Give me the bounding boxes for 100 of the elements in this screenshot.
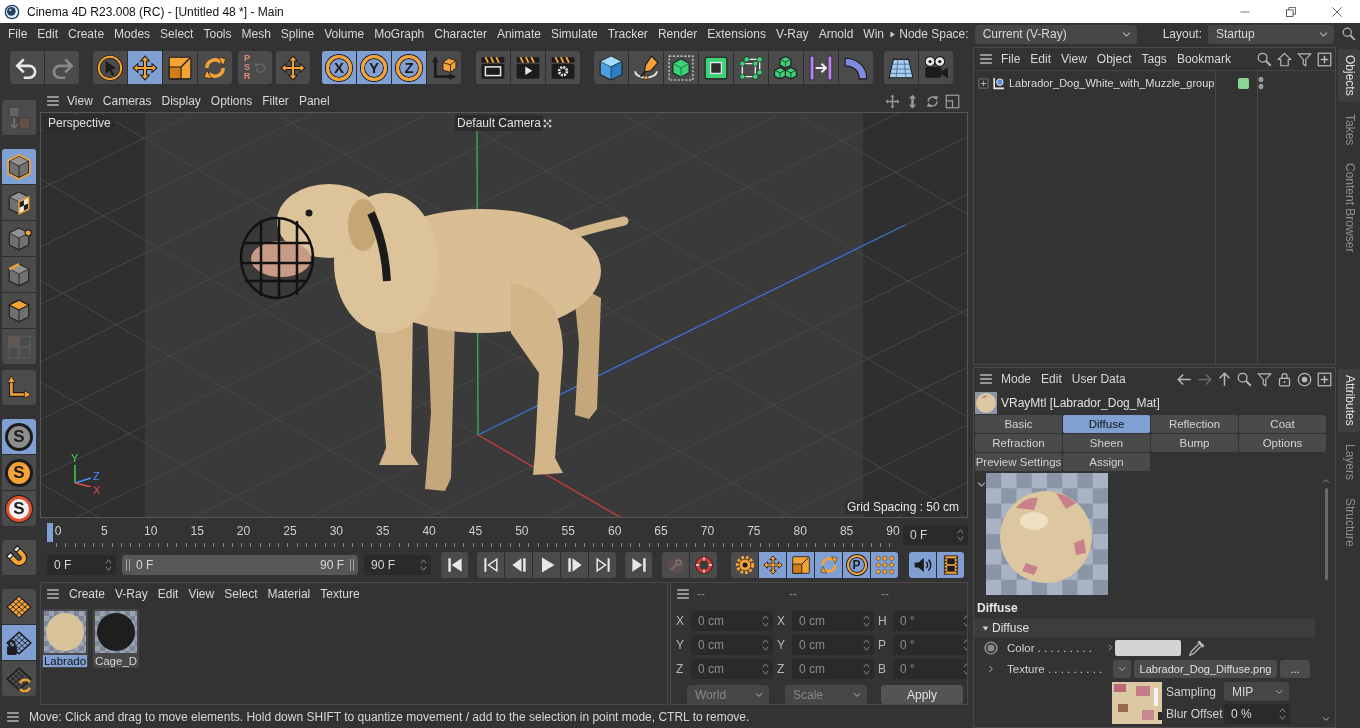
objects-menu-item[interactable]: Tags — [1136, 52, 1172, 66]
playback-button[interactable] — [625, 552, 652, 578]
toolbar-button[interactable] — [427, 51, 461, 84]
material-tile[interactable]: Cage_D — [93, 609, 139, 668]
browse-button[interactable]: ... — [1280, 659, 1310, 678]
attribute-tab[interactable]: Reflection — [1151, 415, 1238, 433]
attribute-tab[interactable]: Diffuse — [1063, 415, 1150, 433]
menu-item[interactable]: Select — [155, 27, 199, 41]
objects-menu-item[interactable]: View — [1056, 52, 1092, 66]
menu-item[interactable]: Character — [429, 27, 492, 41]
menu-item[interactable]: V-Ray — [770, 27, 814, 41]
toolbar-button[interactable] — [511, 51, 545, 84]
end-frame-field[interactable]: 90 F — [364, 555, 431, 575]
texture-menu-button[interactable] — [1113, 659, 1131, 678]
mode-button[interactable] — [2, 625, 36, 660]
toolbar-button[interactable] — [629, 51, 663, 84]
playback-button[interactable] — [909, 552, 936, 578]
toolbar-button[interactable] — [128, 51, 162, 84]
target-icon[interactable] — [1297, 371, 1312, 387]
menu-item[interactable]: Modes — [109, 27, 156, 41]
menu-item[interactable]: Tools — [198, 27, 237, 41]
playback-button[interactable] — [533, 552, 560, 578]
menu-item[interactable]: Tracker — [602, 27, 653, 41]
search-icon[interactable] — [1342, 27, 1356, 41]
playback-button[interactable] — [937, 552, 964, 578]
material-menu-item[interactable]: View — [183, 587, 220, 601]
objects-menu-item[interactable]: Edit — [1025, 52, 1057, 66]
color-swatch[interactable] — [1115, 639, 1181, 656]
toolbar-button[interactable] — [804, 51, 838, 84]
chevron-down-icon[interactable] — [1322, 715, 1330, 723]
menu-icon[interactable] — [6, 709, 20, 724]
toolbar-button[interactable]: Y — [357, 51, 391, 84]
material-menu-item[interactable]: Edit — [152, 587, 184, 601]
material-tile[interactable]: Labrado — [42, 609, 88, 668]
mode-button[interactable] — [2, 185, 36, 220]
material-menu-item[interactable]: Material — [262, 587, 316, 601]
toolbar-button[interactable] — [699, 51, 733, 84]
grip-icon[interactable] — [126, 559, 130, 571]
menu-icon[interactable] — [676, 587, 690, 601]
arrow-up-icon[interactable] — [1217, 371, 1232, 387]
side-tab[interactable]: Attributes — [1338, 369, 1360, 432]
viewport-menu-item[interactable]: Filter — [257, 94, 294, 108]
toolbar-button[interactable] — [664, 51, 698, 84]
objects-menu-item[interactable]: Bookmark — [1171, 52, 1236, 66]
material-menu-item[interactable]: Select — [219, 587, 263, 601]
viewport-menu-item[interactable]: Panel — [293, 94, 335, 108]
menu-icon[interactable] — [46, 587, 60, 601]
timeline-track[interactable]: 0 5 10 15 20 25 30 35 40 45 50 55 60 65 70 75 80 85 90 — [50, 521, 898, 549]
attribute-tab[interactable]: Refraction — [975, 434, 1062, 452]
attributes-menu-item[interactable]: Mode — [996, 372, 1037, 386]
material-name[interactable]: Labrado — [42, 655, 88, 667]
mode-button[interactable] — [2, 370, 36, 405]
toolbar-button[interactable] — [594, 51, 628, 84]
preview-range-track[interactable]: 0 F 90 F — [122, 555, 358, 575]
menu-icon[interactable] — [979, 372, 993, 386]
object-name[interactable]: Labrador_Dog_White_with_Muzzle_group — [1009, 77, 1214, 89]
sampling-dropdown[interactable]: MIP — [1224, 682, 1289, 701]
menu-item[interactable]: File — [3, 27, 33, 41]
viewport-menu-item[interactable]: View — [62, 94, 98, 108]
playback-button[interactable] — [690, 552, 717, 578]
search-icon[interactable] — [1257, 51, 1272, 67]
playback-button[interactable] — [759, 552, 786, 578]
chevron-right-icon[interactable] — [1107, 644, 1114, 651]
chevron-down-icon[interactable] — [977, 480, 986, 489]
toolbar-button[interactable]: Z — [392, 51, 426, 84]
material-name[interactable]: Cage_D — [93, 655, 139, 667]
toolbar-button[interactable]: X — [322, 51, 356, 84]
move-view-icon[interactable] — [885, 93, 900, 109]
playback-button[interactable] — [441, 552, 468, 578]
toolbar-button[interactable] — [93, 51, 127, 84]
mode-button[interactable]: S — [2, 419, 36, 454]
visibility-dots-icon[interactable] — [1258, 76, 1264, 90]
mode-button[interactable] — [2, 149, 36, 184]
menu-item[interactable]: Simulate — [545, 27, 603, 41]
attribute-tab[interactable]: Basic — [975, 415, 1062, 433]
filter-icon[interactable] — [1257, 371, 1272, 387]
lock-icon[interactable] — [1277, 371, 1292, 387]
mode-button[interactable] — [2, 540, 36, 575]
mode-button[interactable]: S — [2, 455, 36, 490]
search-icon[interactable] — [1237, 371, 1252, 387]
menu-item[interactable]: Arnold — [813, 27, 859, 41]
layout-dropdown[interactable]: Startup — [1208, 24, 1334, 44]
toolbar-button[interactable] — [476, 51, 510, 84]
viewport-menu-item[interactable]: Display — [156, 94, 206, 108]
mode-button[interactable] — [2, 293, 36, 328]
plus-square-icon[interactable] — [1317, 51, 1332, 67]
attributes-menu-item[interactable]: User Data — [1066, 372, 1131, 386]
menu-item[interactable]: Win — [858, 27, 889, 41]
eyedropper-icon[interactable] — [1188, 638, 1206, 657]
house-icon[interactable] — [1277, 51, 1292, 67]
mode-button[interactable] — [2, 661, 36, 696]
current-frame-field[interactable]: 0 F — [903, 525, 968, 545]
playback-button[interactable]: P — [843, 552, 870, 578]
playback-button[interactable] — [731, 552, 758, 578]
caret-right-icon[interactable] — [889, 30, 896, 38]
menu-item[interactable]: Volume — [319, 27, 370, 41]
objects-menu-item[interactable]: File — [996, 52, 1026, 66]
rotate-view-icon[interactable] — [925, 93, 940, 109]
attribute-tab[interactable]: Sheen — [1063, 434, 1150, 452]
side-tab[interactable]: Structure — [1338, 491, 1360, 553]
